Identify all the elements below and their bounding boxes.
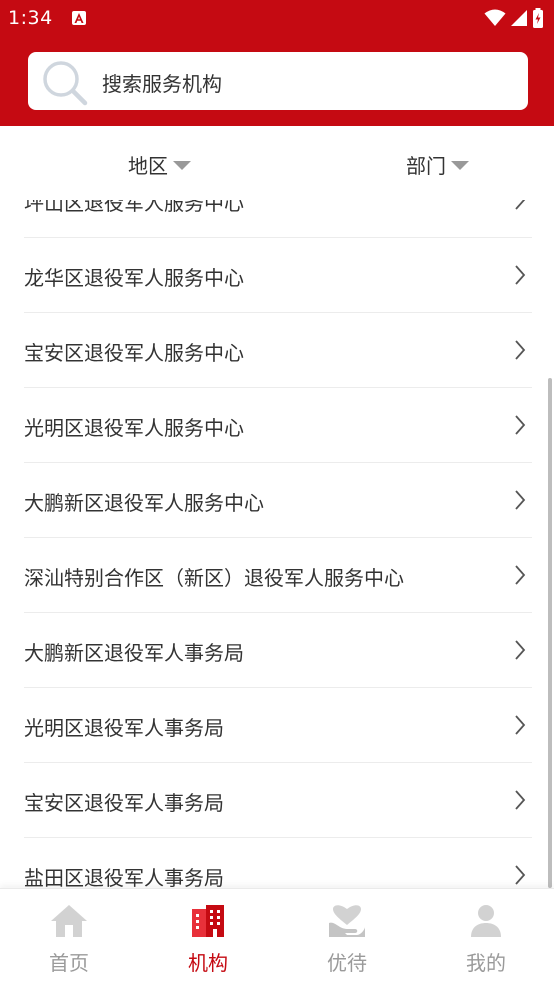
list-item-label: 光明区退役军人服务中心 — [24, 416, 244, 440]
list-item[interactable]: 光明区退役军人服务中心 — [24, 388, 532, 463]
chevron-right-icon — [515, 865, 526, 885]
tab-benefits[interactable]: 优待 — [278, 889, 416, 986]
list-item[interactable]: 盐田区退役军人事务局 — [24, 838, 532, 888]
building-icon — [192, 905, 224, 937]
tab-institutions[interactable]: 机构 — [139, 889, 277, 986]
filter-bar: 地区 部门 — [0, 126, 554, 200]
list-item-label: 大鹏新区退役军人事务局 — [24, 641, 244, 665]
chevron-right-icon — [515, 340, 526, 360]
institution-list[interactable]: 坪山区退役军人服务中心 龙华区退役军人服务中心 宝安区退役军人服务中心 光明区退… — [0, 200, 554, 888]
search-input[interactable]: 搜索服务机构 — [28, 52, 528, 110]
chevron-right-icon — [515, 565, 526, 585]
care-icon — [329, 905, 365, 937]
region-filter[interactable]: 地区 — [128, 150, 191, 179]
chevron-right-icon — [515, 265, 526, 285]
app-header: 1:34 搜索服务机构 — [0, 0, 554, 126]
wifi-icon — [484, 9, 506, 26]
list-item-label: 大鹏新区退役军人服务中心 — [24, 491, 264, 515]
dropdown-arrow-icon — [451, 161, 469, 170]
region-filter-label: 地区 — [128, 154, 168, 178]
dropdown-arrow-icon — [173, 161, 191, 170]
list-item-label: 盐田区退役军人事务局 — [24, 866, 224, 888]
status-bar: 1:34 — [0, 0, 554, 38]
list-item[interactable]: 宝安区退役军人事务局 — [24, 763, 532, 838]
search-placeholder: 搜索服务机构 — [102, 72, 222, 96]
list-scrollbar[interactable] — [548, 378, 552, 888]
tab-label: 机构 — [188, 951, 228, 975]
list-item-label: 宝安区退役军人事务局 — [24, 791, 224, 815]
chevron-right-icon — [515, 640, 526, 660]
department-filter-label: 部门 — [406, 154, 446, 178]
list-item[interactable]: 龙华区退役军人服务中心 — [24, 238, 532, 313]
list-item-label: 宝安区退役军人服务中心 — [24, 341, 244, 365]
status-time: 1:34 — [8, 7, 53, 29]
list-item[interactable]: 宝安区退役军人服务中心 — [24, 313, 532, 388]
tab-label: 首页 — [49, 951, 89, 975]
tab-mine[interactable]: 我的 — [417, 889, 554, 986]
user-icon — [471, 905, 501, 937]
home-icon — [51, 905, 87, 937]
chevron-right-icon — [515, 490, 526, 510]
list-item[interactable]: 光明区退役军人事务局 — [24, 688, 532, 763]
list-item[interactable]: 深汕特别合作区（新区）退役军人服务中心 — [24, 538, 532, 613]
signal-icon — [511, 10, 527, 26]
list-item-label: 深汕特别合作区（新区）退役军人服务中心 — [24, 566, 404, 590]
chevron-right-icon — [515, 200, 526, 210]
tab-label: 我的 — [466, 951, 506, 975]
list-item[interactable]: 坪山区退役军人服务中心 — [24, 200, 532, 238]
chevron-right-icon — [515, 715, 526, 735]
tab-label: 优待 — [327, 951, 367, 975]
notification-icon — [72, 11, 86, 25]
chevron-right-icon — [515, 790, 526, 810]
chevron-right-icon — [515, 415, 526, 435]
status-icons — [484, 8, 544, 28]
search-icon — [43, 61, 88, 106]
list-item[interactable]: 大鹏新区退役军人事务局 — [24, 613, 532, 688]
list-item-label: 坪山区退役军人服务中心 — [24, 200, 244, 215]
list-item-label: 龙华区退役军人服务中心 — [24, 266, 244, 290]
battery-icon — [533, 8, 543, 28]
list-item-label: 光明区退役军人事务局 — [24, 716, 224, 740]
list-item[interactable]: 大鹏新区退役军人服务中心 — [24, 463, 532, 538]
department-filter[interactable]: 部门 — [406, 150, 469, 179]
bottom-tab-bar: 首页 机构 优待 我的 — [0, 888, 554, 986]
tab-home[interactable]: 首页 — [0, 889, 138, 986]
